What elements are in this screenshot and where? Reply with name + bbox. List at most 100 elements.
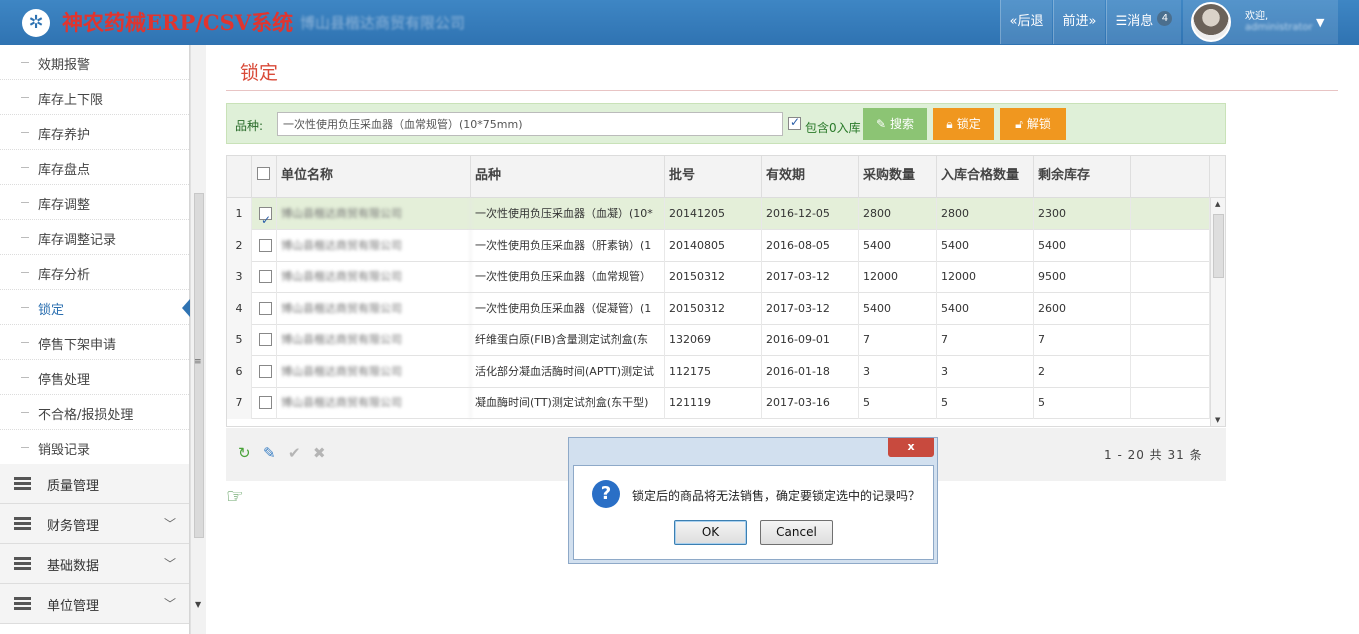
sidebar-item-stocktake[interactable]: 库存盘点 [0, 150, 189, 185]
purchase-qty-cell: 5 [859, 387, 937, 419]
tree-line [21, 272, 29, 273]
purchase-qty-cell: 12000 [859, 261, 937, 293]
variety-cell: 一次性使用负压采血器（血常规管） [471, 261, 665, 293]
col-variety[interactable]: 品种 [471, 156, 665, 198]
scroll-down-icon[interactable]: ▼ [1215, 416, 1220, 424]
title-divider [226, 90, 1338, 91]
col-purchase-qty[interactable]: 采购数量 [859, 156, 937, 198]
close-icon[interactable]: x [888, 438, 934, 457]
app-title: 神农药械ERP/CSV系统 [62, 10, 294, 35]
sidebar-item-destruction-records[interactable]: 销毁记录 [0, 430, 189, 465]
sidebar-item-stock-limits[interactable]: 库存上下限 [0, 80, 189, 115]
col-expiry[interactable]: 有效期 [762, 156, 859, 198]
row-checkbox[interactable] [259, 301, 272, 315]
refresh-icon[interactable]: ↻ [238, 444, 251, 462]
messages-label: 消息 [1127, 14, 1154, 29]
extra-cell [1131, 229, 1210, 262]
ok-button[interactable]: OK [674, 520, 747, 545]
row-checkbox[interactable] [259, 238, 272, 252]
search-button[interactable]: ✎ 搜索 [863, 108, 927, 140]
expiry-cell: 2016-08-05 [762, 229, 859, 262]
select-all-checkbox[interactable] [257, 167, 270, 180]
sidebar-group-units[interactable]: 单位管理 ﹀ [0, 584, 189, 624]
row-checkbox-cell [252, 355, 277, 388]
qualified-qty-cell: 7 [937, 324, 1034, 356]
sidebar-item-nonconforming[interactable]: 不合格/报损处理 [0, 395, 189, 430]
col-remaining-stock[interactable]: 剩余库存 [1034, 156, 1131, 198]
scroll-up-icon[interactable]: ▲ [1215, 200, 1220, 208]
grid-header: 单位名称 品种 批号 有效期 采购数量 入库合格数量 剩余库存 [227, 156, 1225, 198]
sidebar-scrollbar[interactable]: ≡ ▼ [190, 45, 206, 634]
table-row[interactable]: 4 博山县楷达商贸有限公司 一次性使用负压采血器（促凝管）(1 20150312 201… [227, 292, 1210, 325]
sidebar-item-expiry-alert[interactable]: 效期报警 [0, 45, 189, 80]
table-row[interactable]: 1 博山县楷达商贸有限公司一次性使用负压采血器（血凝）(10*2014120520… [227, 198, 1210, 230]
delete-icon[interactable]: ✖ [313, 444, 326, 462]
row-checkbox[interactable] [259, 333, 272, 346]
variety-cell: 一次性使用负压采血器（促凝管）(1 [471, 292, 665, 325]
expiry-cell: 2017-03-12 [762, 292, 859, 325]
col-unit-name[interactable]: 单位名称 [277, 156, 471, 198]
sidebar-item-lock[interactable]: 锁定 [0, 290, 190, 325]
row-number: 6 [227, 355, 252, 388]
table-row[interactable]: 7 博山县楷达商贸有限公司 凝血酶时间(TT)测定试剂盒(东干型) 121119 201… [227, 387, 1210, 419]
unit-name-cell: 博山县楷达商贸有限公司 [277, 324, 471, 356]
sidebar-item-stock-adjust[interactable]: 库存调整 [0, 185, 189, 220]
tree-line [21, 62, 29, 63]
messages-button[interactable]: ☰消息 4 [1106, 0, 1181, 44]
scrollbar-thumb[interactable] [1213, 214, 1224, 278]
cancel-button[interactable]: Cancel [760, 520, 833, 545]
sidebar-item-stop-sale-handling[interactable]: 停售处理 [0, 360, 189, 395]
purchase-qty-cell: 7 [859, 324, 937, 356]
remaining-stock-cell: 2600 [1034, 292, 1131, 325]
expiry-cell: 2016-01-18 [762, 355, 859, 388]
unlock-button-label: 解锁 [1026, 117, 1051, 131]
variety-input[interactable] [277, 112, 783, 136]
table-row[interactable]: 6 博山县楷达商贸有限公司 活化部分凝血活酶时间(APTT)测定试 112175 201… [227, 355, 1210, 388]
col-batch[interactable]: 批号 [665, 156, 762, 198]
qualified-qty-cell: 5400 [937, 229, 1034, 262]
unit-name-cell: 博山县楷达商贸有限公司 [277, 387, 471, 419]
row-checkbox[interactable] [259, 270, 272, 283]
sidebar-group-finance[interactable]: 财务管理 ﹀ [0, 504, 189, 544]
include-zero-label: 包含0入库 [805, 121, 861, 135]
sidebar-group-quality[interactable]: 质量管理 [0, 464, 189, 504]
sidebar-item-adjust-records[interactable]: 库存调整记录 [0, 220, 189, 255]
sidebar-group-basic-data[interactable]: 基础数据 ﹀ [0, 544, 189, 584]
user-menu[interactable]: 欢迎, administrator ▼ [1183, 0, 1338, 44]
row-checkbox-cell [252, 229, 277, 262]
tree-line [21, 412, 29, 413]
sidebar-item-label: 库存调整 [38, 198, 91, 213]
variety-cell: 凝血酶时间(TT)测定试剂盒(东干型) [471, 387, 665, 419]
sidebar-item-stock-maintenance[interactable]: 库存养护 [0, 115, 189, 150]
row-checkbox[interactable] [259, 364, 272, 378]
caret-down-icon[interactable]: ▼ [1316, 16, 1324, 29]
app-logo: ✲ [22, 9, 50, 37]
list-icon [14, 597, 31, 610]
include-zero-checkbox[interactable] [788, 115, 801, 130]
row-checkbox[interactable] [259, 396, 272, 409]
sidebar-item-stock-analysis[interactable]: 库存分析 [0, 255, 189, 290]
sidebar-group-label: 基础数据 [47, 559, 100, 574]
forward-button[interactable]: 前进» [1053, 0, 1105, 44]
sidebar-item-label: 库存上下限 [38, 93, 104, 108]
data-grid: 单位名称 品种 批号 有效期 采购数量 入库合格数量 剩余库存 1 博山县楷达商贸… [226, 155, 1226, 427]
scroll-down-icon[interactable]: ▼ [195, 600, 201, 609]
edit-icon[interactable]: ✎ [263, 444, 276, 462]
purchase-qty-cell: 5400 [859, 229, 937, 262]
table-row[interactable]: 3 博山县楷达商贸有限公司 一次性使用负压采血器（血常规管） 20150312 2017… [227, 261, 1210, 293]
check-icon[interactable]: ✔ [288, 444, 301, 462]
back-button[interactable]: «后退 [1000, 0, 1052, 44]
pager-info: 1 - 20 共 31 条 [1104, 448, 1203, 462]
col-qualified-qty[interactable]: 入库合格数量 [937, 156, 1034, 198]
qualified-qty-cell: 3 [937, 355, 1034, 388]
row-checkbox[interactable] [259, 205, 272, 230]
dialog-message: 锁定后的商品将无法销售，确定要锁定选中的记录吗？ [632, 489, 921, 503]
sidebar-item-stop-sale-request[interactable]: 停售下架申请 [0, 325, 189, 360]
qualified-qty-cell: 2800 [937, 198, 1034, 230]
sidebar-item-label: 不合格/报损处理 [38, 408, 134, 423]
grid-scrollbar[interactable]: ▲ ▼ [1210, 198, 1225, 426]
lock-button[interactable]: 🔒︎ 锁定 [933, 108, 994, 140]
table-row[interactable]: 5 博山县楷达商贸有限公司 纤维蛋白原(FIB)含量测定试剂盒(东 132069 201… [227, 324, 1210, 356]
unlock-button[interactable]: 🔓︎ 解锁 [1000, 108, 1066, 140]
table-row[interactable]: 2 博山县楷达商贸有限公司 一次性使用负压采血器（肝素钠）(1 20140805 201… [227, 229, 1210, 262]
